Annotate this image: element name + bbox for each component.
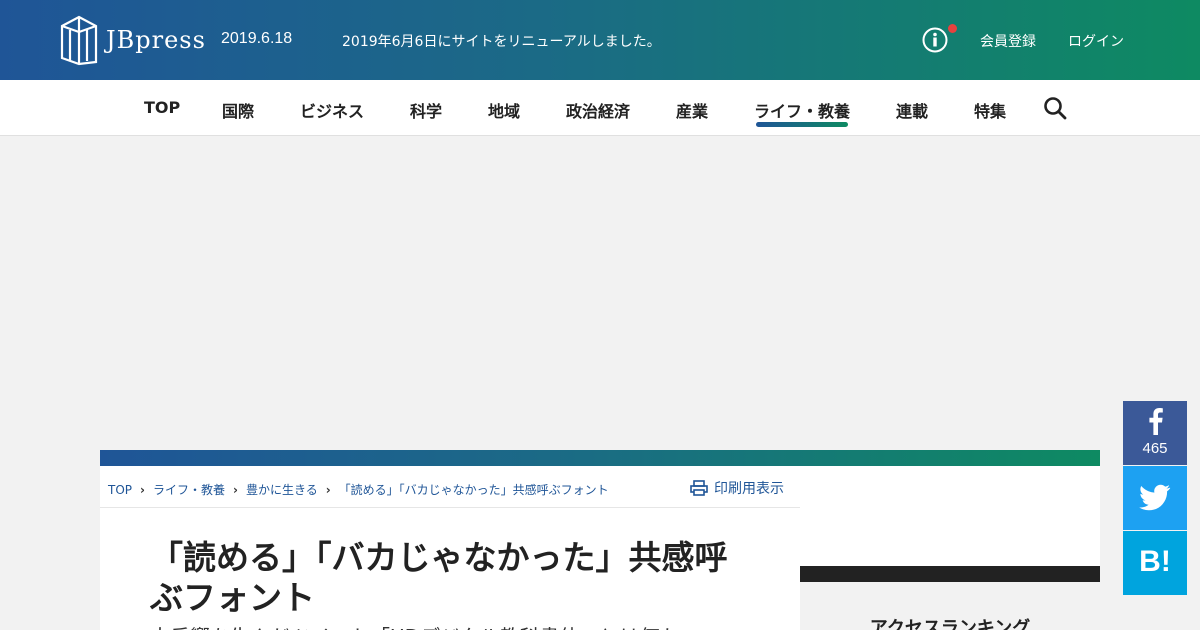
article-subtitle: 大反響を生んだツイート「UDデジタル教科書体」とは何か <box>150 621 680 630</box>
nav-item-top[interactable]: TOP <box>144 98 180 117</box>
sidebar-ad-space <box>800 466 1100 566</box>
ad-space <box>0 137 1200 450</box>
chevron-right-icon: › <box>232 482 238 497</box>
print-view-label: 印刷用表示 <box>714 481 784 497</box>
article-title: 「読める」「バカじゃなかった」共感呼ぶフォント <box>150 538 728 617</box>
nav-item-life-culture[interactable]: ライフ・教養 <box>754 98 850 122</box>
nav-item-industry[interactable]: 産業 <box>676 98 708 122</box>
printer-icon <box>690 480 708 496</box>
chevron-right-icon: › <box>325 482 331 497</box>
sidebar-header-bar <box>800 566 1100 582</box>
breadcrumb-item-category[interactable]: 豊かに生きる <box>246 481 318 498</box>
ranking-title: アクセスランキング <box>869 618 1031 630</box>
facebook-share-button[interactable]: 465 <box>1123 401 1187 465</box>
notification-dot <box>948 24 957 33</box>
content-top-bar <box>100 450 1100 466</box>
twitter-icon <box>1139 484 1171 511</box>
nav-item-politics-economy[interactable]: 政治経済 <box>566 98 630 122</box>
site-header: JBpress 2019.6.18 2019年6月6日にサイトをリニューアルしま… <box>0 0 1200 80</box>
hatena-bookmark-button[interactable]: B! <box>1123 531 1187 595</box>
current-date: 2019.6.18 <box>221 30 293 47</box>
nav-item-international[interactable]: 国際 <box>222 98 254 122</box>
breadcrumb: TOP › ライフ・教養 › 豊かに生きる › 「読める」「バカじゃなかった」共… <box>108 481 609 498</box>
hatena-bookmark-icon: B! <box>1139 545 1171 578</box>
nav-item-region[interactable]: 地域 <box>488 98 520 122</box>
twitter-share-button[interactable] <box>1123 466 1187 530</box>
breadcrumb-item-top[interactable]: TOP <box>108 483 132 497</box>
article-panel: TOP › ライフ・教養 › 豊かに生きる › 「読める」「バカじゃなかった」共… <box>100 466 800 630</box>
nav-item-series[interactable]: 連載 <box>896 98 928 122</box>
facebook-icon <box>1149 408 1163 435</box>
active-nav-indicator <box>756 122 848 127</box>
chevron-right-icon: › <box>140 482 145 497</box>
login-link[interactable]: ログイン <box>1068 31 1124 51</box>
nav-item-business[interactable]: ビジネス <box>300 98 364 122</box>
nav-item-science[interactable]: 科学 <box>410 98 442 122</box>
facebook-share-count: 465 <box>1142 440 1168 457</box>
breadcrumb-item-life-culture[interactable]: ライフ・教養 <box>153 481 225 498</box>
nav-item-features[interactable]: 特集 <box>974 98 1006 122</box>
divider <box>100 507 800 508</box>
main-nav: TOP 国際 ビジネス 科学 地域 政治経済 産業 ライフ・教養 連載 特集 <box>0 80 1200 136</box>
site-logo[interactable]: JBpress <box>60 14 206 66</box>
logo-text: JBpress <box>106 26 206 54</box>
search-icon[interactable] <box>1043 96 1067 120</box>
print-view-button[interactable]: 印刷用表示 <box>690 478 784 498</box>
renewal-notice[interactable]: 2019年6月6日にサイトをリニューアルしました。 <box>342 31 661 51</box>
breadcrumb-item-current: 「読める」「バカじゃなかった」共感呼ぶフォント <box>338 483 609 497</box>
ranking-panel: アクセスランキング <box>800 582 1100 630</box>
member-register-link[interactable]: 会員登録 <box>980 31 1036 51</box>
jbpress-logo-icon <box>60 15 98 66</box>
info-icon[interactable] <box>922 27 948 53</box>
